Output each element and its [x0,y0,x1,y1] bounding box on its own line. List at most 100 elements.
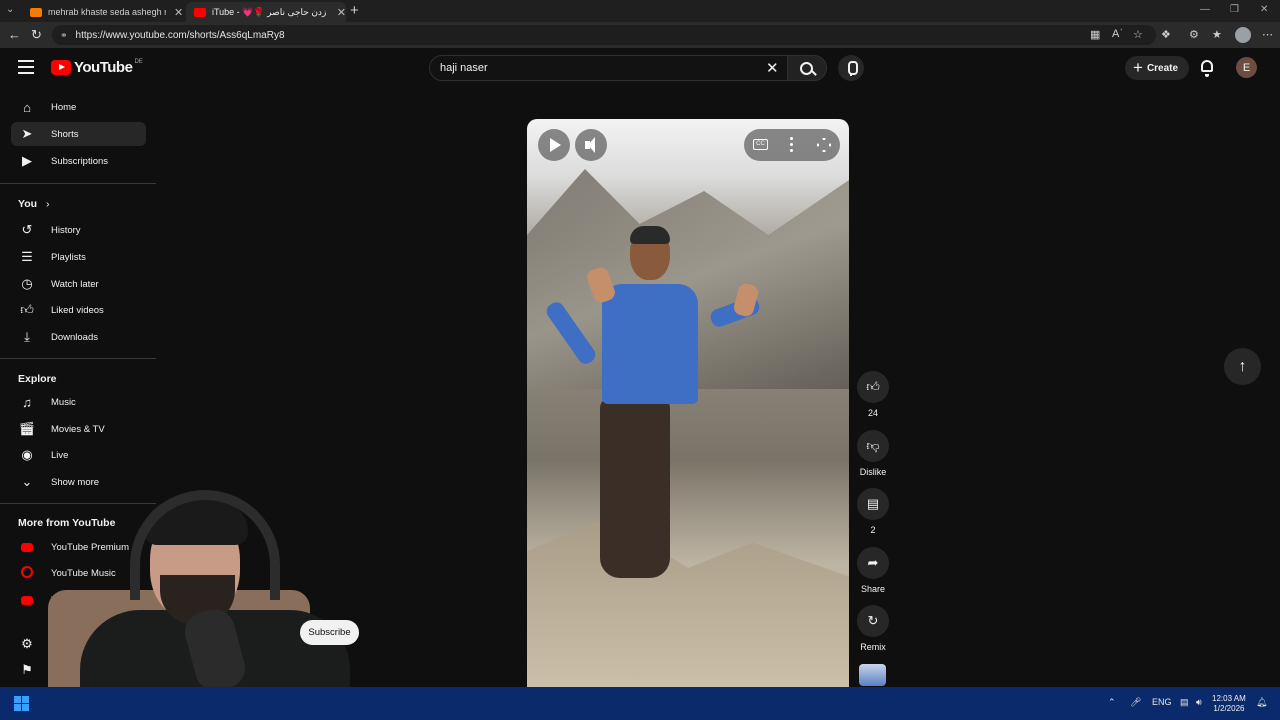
tab-title: mehrab khaste seda ashegh resu [48,7,166,17]
sidebar-item-movies-tv[interactable]: 🎬︎ Movies & TV [11,417,146,441]
thumbs-up-icon: 👍︎ [20,302,34,317]
clear-search-icon[interactable]: ✕ [766,59,779,77]
restore-icon[interactable]: ❐ [1230,4,1239,15]
subscribe-button[interactable]: Subscribe [300,620,359,645]
section-label: You [18,198,38,210]
share-arrow-icon[interactable]: ➦ [857,547,889,579]
shorts-icon: ➤ [21,126,33,141]
user-avatar[interactable]: E [1236,57,1257,78]
like-count: 24 [867,408,878,418]
sidebar-item-liked-videos[interactable]: 👍︎ Liked videos [11,298,146,322]
logo-text: YouTube [74,59,133,76]
sidebar-item-shorts[interactable]: ➤ Shorts [11,122,146,146]
windows-start-icon[interactable] [14,696,29,711]
youtube-music-icon [18,565,36,581]
tray-chevron-up-icon[interactable]: ⌃ [1108,697,1116,708]
video-subject-person [543,226,762,608]
sidebar-item-label: Home [51,101,77,113]
browser-menu-icon[interactable]: ⋯ [1262,28,1273,41]
search-button[interactable] [787,55,827,81]
windows-taskbar: ⌃ 🎤︎ ENG ▤ 🔊︎ 12:03 AM 1/2/2026 🔔︎ [0,687,1280,720]
new-tab-button[interactable]: + [350,2,359,19]
comments-action[interactable]: ▤ 2 [855,488,891,535]
notification-bell-icon[interactable]: 🔔︎ [1256,697,1267,708]
collections-icon[interactable]: ★ [1212,28,1222,41]
site-info-icon[interactable]: ⚭ [60,30,68,41]
comment-icon[interactable]: ▤ [857,488,889,520]
url-text: https://www.youtube.com/shorts/Ass6qLmaR… [75,29,285,41]
clock-date: 1/2/2026 [1213,704,1245,713]
remix-label: Remix [860,642,886,652]
country-code: DE [134,58,143,65]
close-window-icon[interactable]: ✕ [1260,4,1268,15]
favorite-star-icon[interactable]: ☆ [1133,28,1143,41]
sidebar-item-label: Live [51,449,69,461]
thumbs-down-icon[interactable]: 👎︎ [857,430,889,462]
sidebar-you-heading[interactable]: You › [18,198,49,210]
sidebar-explore-heading: Explore [18,373,57,385]
sidebar-item-label: Show more [51,476,100,488]
volume-button[interactable] [575,129,607,161]
sidebar-item-history[interactable]: ↺ History [11,218,146,242]
remix-action[interactable]: ↻ Remix [855,605,891,652]
create-button[interactable]: + Create [1125,56,1189,80]
app-available-icon[interactable]: ▦ [1090,28,1100,41]
extensions-icon[interactable]: ❖ [1161,28,1171,41]
search-input[interactable]: haji naser [429,55,789,81]
person-trousers [600,398,670,578]
browser-tab-1[interactable]: mehrab khaste seda ashegh resu ✕ [22,2,184,22]
address-bar-row: ← ↻ ⚭ https://www.youtube.com/shorts/Ass… [0,22,1280,48]
sidebar-item-label: Watch later [51,278,99,290]
history-icon: ↺ [21,222,33,237]
tab-close-icon[interactable]: ✕ [337,6,346,19]
youtube-logo[interactable]: YouTube DE [51,59,143,76]
sidebar-item-label: Music [51,396,76,408]
like-action[interactable]: 👍︎ 24 [855,371,891,418]
sidebar-item-label: Downloads [51,331,98,343]
read-aloud-icon[interactable]: Aˈ [1112,28,1123,40]
clock-time: 12:03 AM [1212,694,1246,703]
sidebar-item-live[interactable]: ◉ Live [11,443,146,467]
arrow-up-icon[interactable]: ↑ [1224,348,1261,385]
tray-mic-icon[interactable]: 🎤︎ [1130,697,1141,708]
webcam-overlay [40,490,350,690]
tab-close-icon[interactable]: ✕ [174,6,183,19]
dislike-action[interactable]: 👎︎ Dislike [855,430,891,477]
thumbs-up-icon[interactable]: 👍︎ [857,371,889,403]
person-hair [630,226,670,244]
sidebar-item-downloads[interactable]: ⤓ Downloads [11,325,146,349]
subscriptions-icon: ▶ [22,153,32,168]
language-indicator[interactable]: ENG [1152,697,1172,707]
browser-tab-2[interactable]: iTube - 💗🌹 بوق زدن حاجی ناصر ✕ [186,2,346,22]
voice-search-mic-icon[interactable] [838,55,864,81]
url-field[interactable]: ⚭ https://www.youtube.com/shorts/Ass6qLm… [52,25,1156,45]
chevron-right-icon: › [45,198,50,210]
settings-gear-icon: ⚙ [21,636,33,651]
sidebar-item-music[interactable]: ♫ Music [11,390,146,414]
network-icon[interactable]: ▤ [1180,697,1189,708]
sidebar-item-playlists[interactable]: ☰ Playlists [11,245,146,269]
system-clock[interactable]: 12:03 AM 1/2/2026 [1212,694,1246,714]
browser-essentials-icon[interactable]: ⚙ [1189,28,1199,41]
reload-icon[interactable]: ↻ [31,27,42,43]
sidebar-item-watch-later[interactable]: ◷ Watch later [11,272,146,296]
hamburger-menu-icon[interactable] [18,60,34,74]
captions-icon[interactable]: CC [753,139,768,150]
volume-icon[interactable]: 🔊︎ [1196,697,1202,708]
play-button[interactable] [538,129,570,161]
sidebar-item-subscriptions[interactable]: ▶ Subscriptions [11,149,146,173]
channel-thumbnail[interactable] [859,664,886,686]
share-action[interactable]: ➦ Share [855,547,891,594]
minimize-icon[interactable]: — [1200,4,1210,15]
back-icon[interactable]: ← [8,27,21,42]
download-icon: ⤓ [24,329,30,344]
sidebar-item-label: History [51,224,81,236]
more-options-icon[interactable] [790,137,794,153]
notifications-bell-icon[interactable] [1201,60,1213,77]
sidebar-item-label: Subscriptions [51,155,109,167]
chevron-down-icon: ⌄ [21,474,33,489]
browser-profile-avatar[interactable] [1235,27,1251,43]
remix-icon[interactable]: ↻ [857,605,889,637]
sidebar-item-home[interactable]: ⌂ Home [11,95,146,119]
tab-list-chevron-icon[interactable]: ⌄ [6,4,14,15]
